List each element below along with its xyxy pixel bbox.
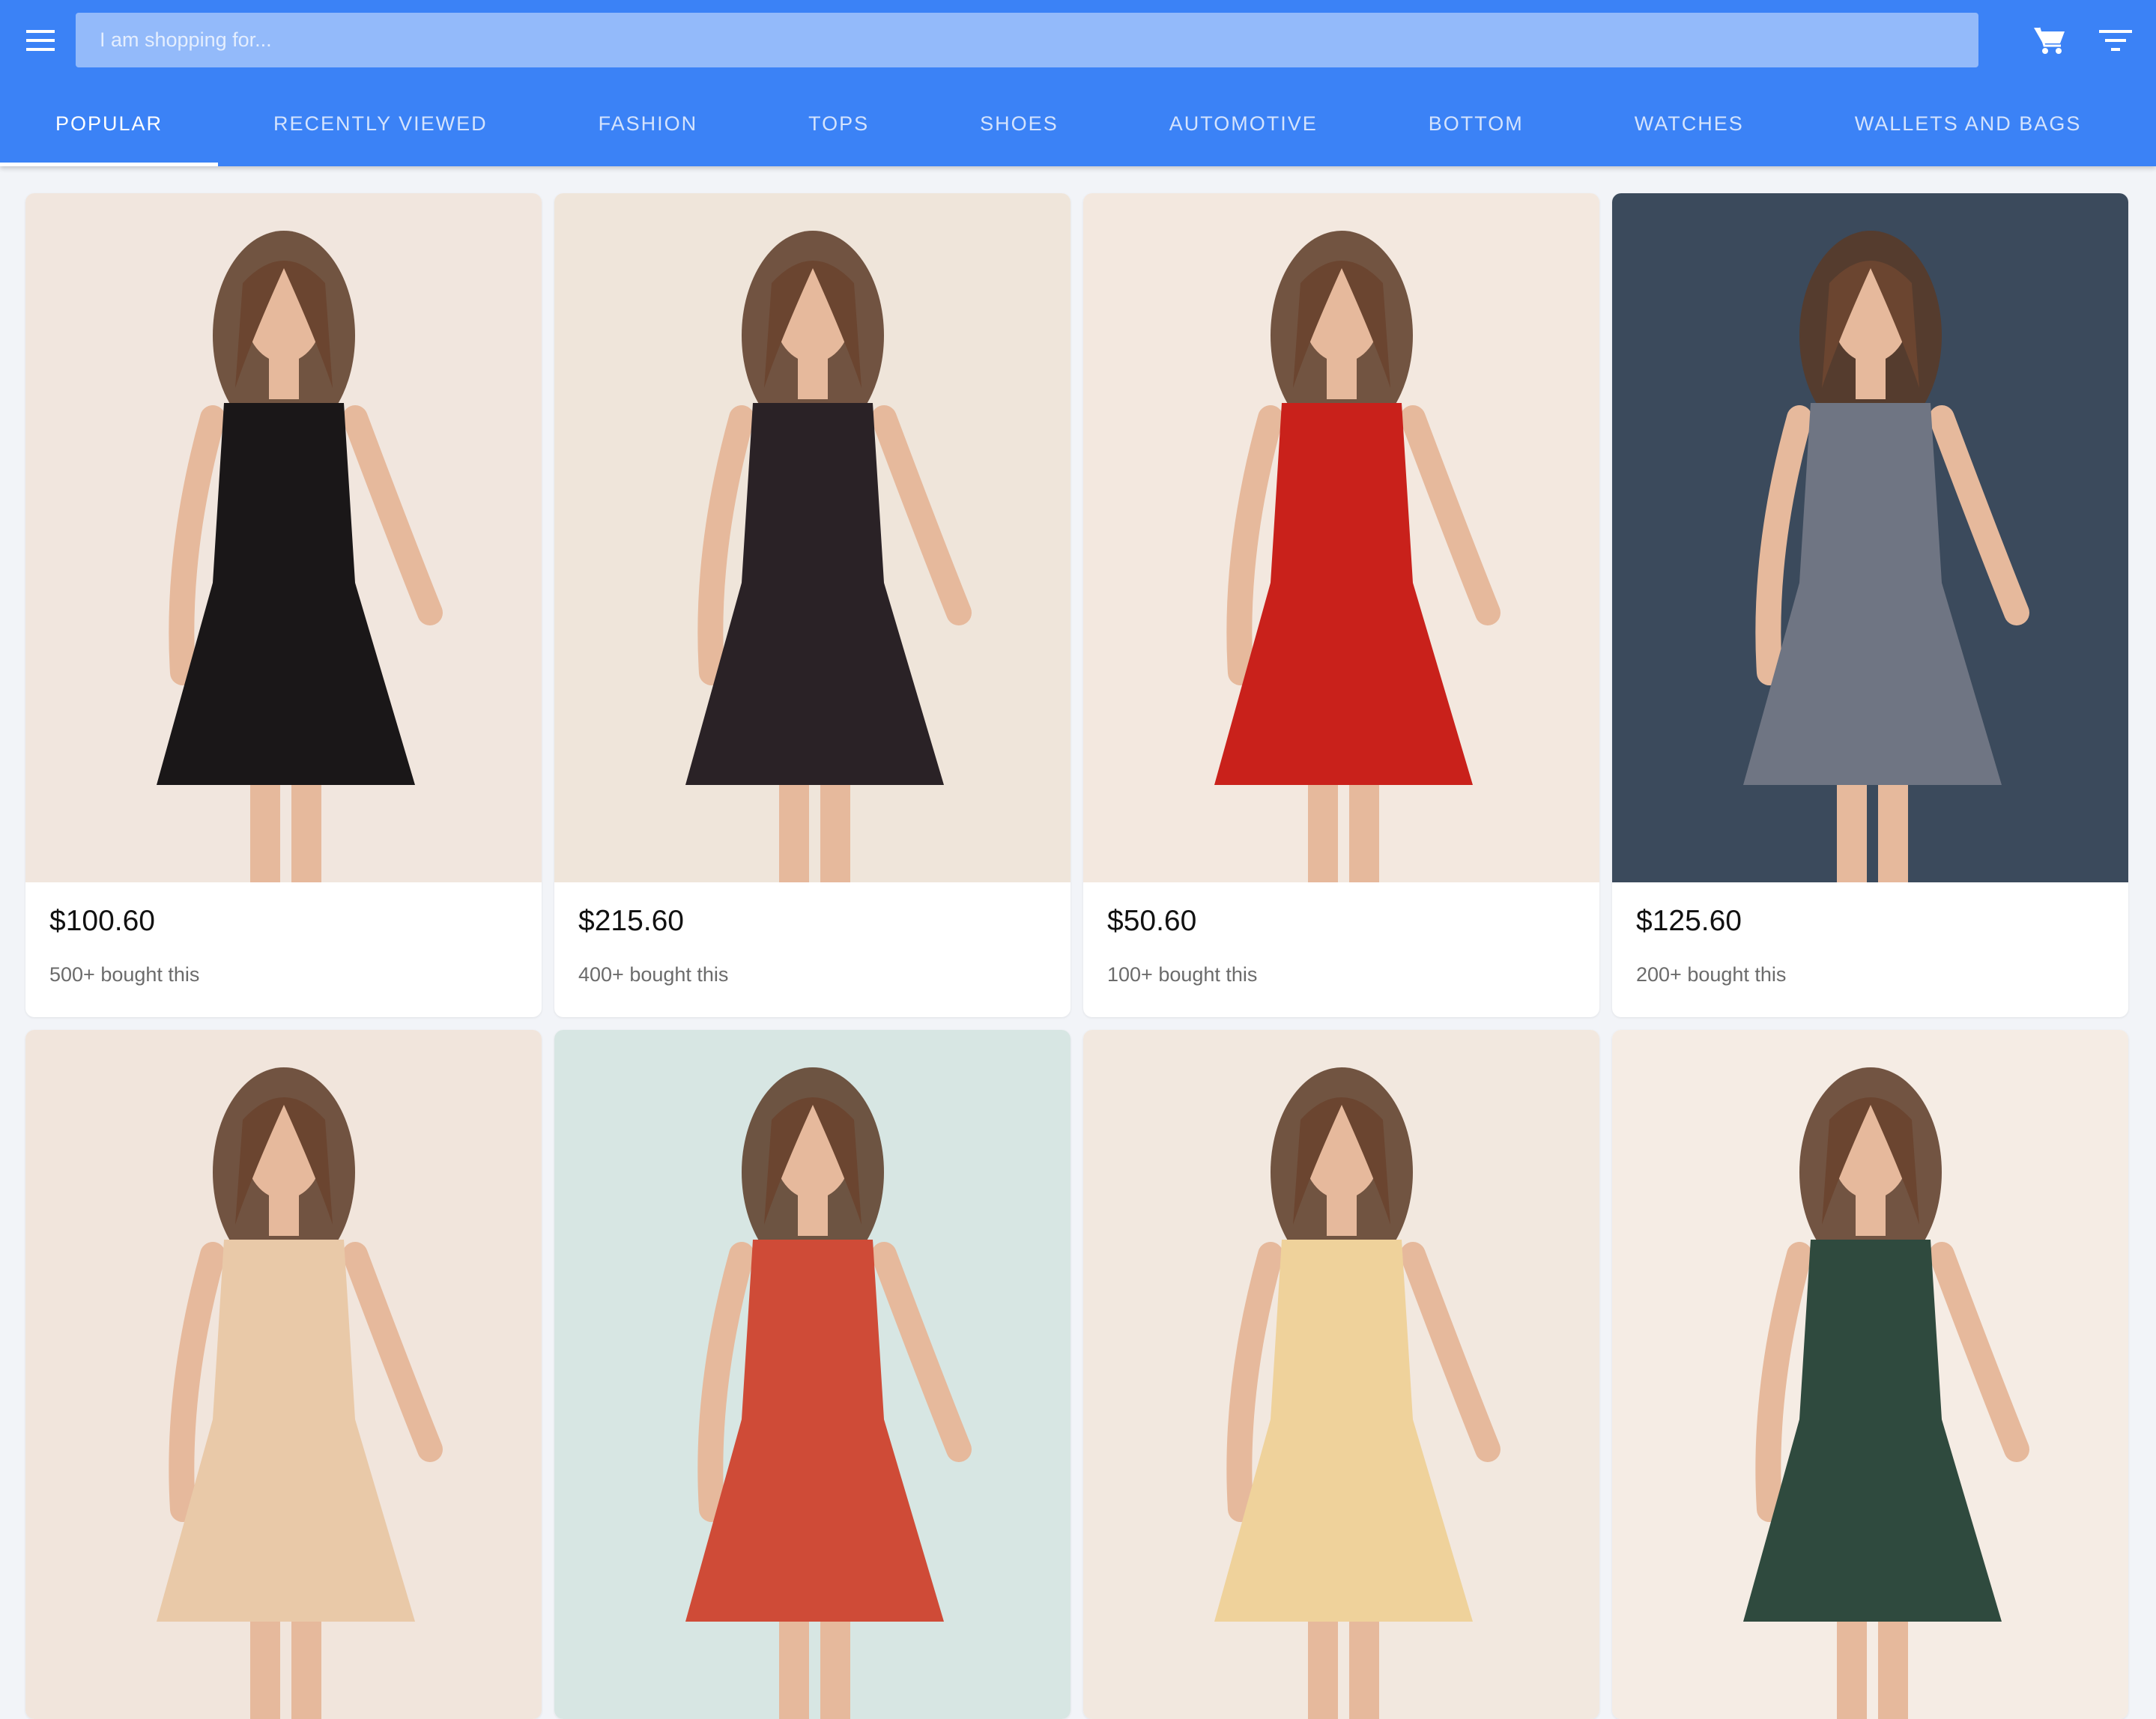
model-illustration — [685, 1067, 972, 1719]
tab-tops[interactable]: TOPS — [753, 81, 924, 166]
product-bought-count: 500+ bought this — [49, 963, 200, 986]
tab-fashion[interactable]: FASHION — [543, 81, 754, 166]
product-card[interactable]: $100.60 500+ bought this — [25, 193, 542, 1017]
product-grid: $100.60 500+ bought this $215.60 400+ bo… — [25, 193, 2129, 1719]
product-price: $50.60 — [1107, 905, 1197, 937]
hamburger-menu-icon — [26, 30, 55, 51]
tab-shoes[interactable]: SHOES — [924, 81, 1114, 166]
product-card[interactable] — [554, 1030, 1071, 1719]
product-image — [1612, 193, 2128, 882]
shopping-cart-icon — [2034, 27, 2065, 54]
model-illustration — [1214, 231, 1501, 882]
category-tabs: POPULAR RECENTLY VIEWED FASHION TOPS SHO… — [0, 81, 2156, 166]
product-bought-count: 200+ bought this — [1636, 963, 1787, 986]
product-image — [1083, 193, 1599, 882]
app-bar: POPULAR RECENTLY VIEWED FASHION TOPS SHO… — [0, 0, 2156, 166]
model-illustration — [1743, 231, 2029, 882]
model-illustration — [1743, 1067, 2029, 1719]
product-image — [1612, 1030, 2128, 1719]
product-card[interactable]: $125.60 200+ bought this — [1612, 193, 2128, 1017]
model-illustration — [157, 231, 443, 882]
filter-button[interactable] — [2090, 15, 2141, 66]
product-image — [25, 1030, 542, 1719]
product-image — [25, 193, 542, 882]
tab-recently-viewed[interactable]: RECENTLY VIEWED — [218, 81, 543, 166]
product-price: $100.60 — [49, 905, 155, 937]
tab-popular[interactable]: POPULAR — [0, 81, 219, 166]
product-card[interactable] — [25, 1030, 542, 1719]
product-card[interactable]: $50.60 100+ bought this — [1083, 193, 1599, 1017]
product-image — [1083, 1030, 1599, 1719]
product-card[interactable]: $215.60 400+ bought this — [554, 193, 1071, 1017]
model-illustration — [1214, 1067, 1501, 1719]
model-illustration — [685, 231, 972, 882]
product-bought-count: 100+ bought this — [1107, 963, 1258, 986]
product-card[interactable] — [1612, 1030, 2128, 1719]
product-image — [554, 1030, 1071, 1719]
menu-button[interactable] — [15, 15, 66, 66]
product-price: $125.60 — [1636, 905, 1742, 937]
product-price: $215.60 — [578, 905, 684, 937]
cart-button[interactable] — [2024, 15, 2075, 66]
filter-icon — [2099, 30, 2132, 51]
tab-automotive[interactable]: AUTOMOTIVE — [1114, 81, 1373, 166]
model-illustration — [157, 1067, 443, 1719]
product-card[interactable] — [1083, 1030, 1599, 1719]
product-bought-count: 400+ bought this — [578, 963, 729, 986]
search-input[interactable] — [76, 13, 1978, 67]
tab-wallets-and-bags[interactable]: WALLETS AND BAGS — [1799, 81, 2137, 166]
tab-watches[interactable]: WATCHES — [1579, 81, 1799, 166]
tab-bottom[interactable]: BOTTOM — [1373, 81, 1579, 166]
product-image — [554, 193, 1071, 882]
